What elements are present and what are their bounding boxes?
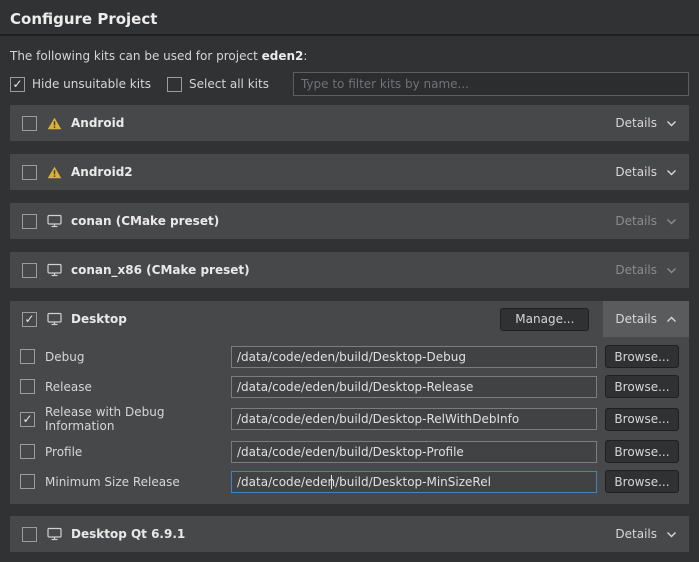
header-divider (0, 34, 699, 36)
build-config-row-minsizerel: Minimum Size Release /data/code/eden/bui… (20, 470, 679, 493)
kit-name: conan (CMake preset) (71, 214, 219, 228)
build-dir-input[interactable]: /data/code/eden/build/Desktop-Release (231, 376, 597, 398)
config-checkbox[interactable] (20, 474, 35, 489)
checkbox-label: Select all kits (189, 77, 269, 91)
page-header: Configure Project (0, 0, 699, 36)
page-title: Configure Project (10, 10, 689, 28)
details-label: Details (615, 116, 657, 130)
kit-checkbox[interactable] (22, 214, 37, 229)
kit-name: Android (71, 116, 124, 130)
kit-checkbox[interactable] (22, 312, 37, 327)
kit-checkbox[interactable] (22, 263, 37, 278)
build-dir-input[interactable]: /data/code/eden/build/Desktop-MinSizeRel (231, 471, 597, 493)
browse-button[interactable]: Browse... (605, 345, 679, 368)
hide-unsuitable-kits-checkbox[interactable]: Hide unsuitable kits (10, 77, 151, 92)
desktop-icon (47, 312, 62, 326)
chevron-down-icon (666, 169, 677, 176)
config-checkbox[interactable] (20, 349, 35, 364)
config-label: Release (45, 380, 231, 394)
checkbox-icon[interactable] (10, 77, 25, 92)
config-label: Debug (45, 350, 231, 364)
build-config-row-release: Release /data/code/eden/build/Desktop-Re… (20, 375, 679, 398)
build-config-row-profile: Profile /data/code/eden/build/Desktop-Pr… (20, 440, 679, 463)
details-button[interactable]: Details (603, 516, 689, 552)
manage-kits-button[interactable]: Manage... (500, 308, 589, 331)
details-label: Details (615, 263, 657, 277)
kit-row-android2[interactable]: Android2 Details (10, 154, 689, 190)
kit-row-desktop-qt[interactable]: Desktop Qt 6.9.1 Details (10, 516, 689, 552)
build-config-row-relwithdebinfo: Release with Debug Information /data/cod… (20, 405, 679, 433)
kit-name: Desktop Qt 6.9.1 (71, 527, 185, 541)
config-label: Minimum Size Release (45, 475, 231, 489)
details-button[interactable]: Details (603, 203, 689, 239)
details-button[interactable]: Details (603, 105, 689, 141)
kit-filter-input[interactable] (293, 72, 689, 96)
details-label: Details (615, 312, 657, 326)
details-button[interactable]: Details (603, 252, 689, 288)
chevron-down-icon (666, 120, 677, 127)
checkbox-label: Hide unsuitable kits (32, 77, 151, 91)
details-button[interactable]: Details (603, 301, 689, 337)
browse-button[interactable]: Browse... (605, 440, 679, 463)
desktop-icon (47, 214, 62, 228)
config-checkbox[interactable] (20, 412, 35, 427)
build-dir-input[interactable]: /data/code/eden/build/Desktop-Debug (231, 346, 597, 368)
kit-checkbox[interactable] (22, 527, 37, 542)
config-checkbox[interactable] (20, 379, 35, 394)
kits-subtitle: The following kits can be used for proje… (10, 49, 689, 63)
config-label: Release with Debug Information (45, 405, 231, 433)
browse-button[interactable]: Browse... (605, 408, 679, 431)
kit-row-desktop[interactable]: Desktop Manage... Details (10, 301, 689, 337)
kit-filter-controls: Hide unsuitable kits Select all kits (10, 72, 689, 96)
chevron-down-icon (666, 218, 677, 225)
kit-row-android[interactable]: Android Details (10, 105, 689, 141)
kit-checkbox[interactable] (22, 165, 37, 180)
kit-name: conan_x86 (CMake preset) (71, 263, 250, 277)
text-caret (331, 475, 332, 489)
desktop-icon (47, 263, 62, 277)
browse-button[interactable]: Browse... (605, 375, 679, 398)
kit-checkbox[interactable] (22, 116, 37, 131)
build-config-row-debug: Debug /data/code/eden/build/Desktop-Debu… (20, 345, 679, 368)
warning-icon (47, 117, 62, 130)
kit-name: Desktop (71, 312, 127, 326)
config-label: Profile (45, 445, 231, 459)
kit-row-conan[interactable]: conan (CMake preset) Details (10, 203, 689, 239)
build-dir-input[interactable]: /data/code/eden/build/Desktop-Profile (231, 441, 597, 463)
checkbox-icon[interactable] (167, 77, 182, 92)
select-all-kits-checkbox[interactable]: Select all kits (167, 77, 269, 92)
warning-icon (47, 166, 62, 179)
details-button[interactable]: Details (603, 154, 689, 190)
desktop-icon (47, 527, 62, 541)
build-dir-input[interactable]: /data/code/eden/build/Desktop-RelWithDeb… (231, 408, 597, 430)
kit-section-desktop: Desktop Manage... Details Debug /data/co… (10, 301, 689, 504)
config-checkbox[interactable] (20, 444, 35, 459)
desktop-build-configurations: Debug /data/code/eden/build/Desktop-Debu… (10, 337, 689, 504)
browse-button[interactable]: Browse... (605, 470, 679, 493)
kit-row-conan-x86[interactable]: conan_x86 (CMake preset) Details (10, 252, 689, 288)
chevron-up-icon (666, 316, 677, 323)
project-name: eden2 (262, 49, 304, 63)
details-label: Details (615, 527, 657, 541)
kit-list: Android Details Android2 Details conan (… (10, 105, 689, 552)
details-label: Details (615, 165, 657, 179)
chevron-down-icon (666, 531, 677, 538)
details-label: Details (615, 214, 657, 228)
kit-name: Android2 (71, 165, 133, 179)
chevron-down-icon (666, 267, 677, 274)
